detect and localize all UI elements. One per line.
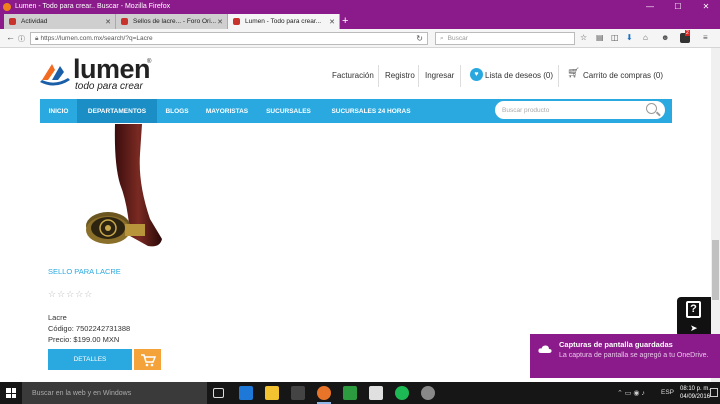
chat-icon[interactable]: ☻ [661,33,669,42]
help-icon: ? [686,301,701,318]
taskbar-clock[interactable]: 08:10 p. m. 04/09/2016 [680,385,710,401]
page-scrollbar[interactable] [711,48,720,382]
nav-inicio[interactable]: INICIO [40,99,77,123]
registro-link[interactable]: Registro [385,71,415,80]
close-window-button[interactable]: ✕ [692,2,720,11]
cart-link[interactable]: Carrito de compras (0) [583,71,663,80]
lumen-logo-icon[interactable] [38,56,72,90]
clock-time: 08:10 p. m. [680,386,711,392]
firefox-icon [3,2,11,11]
addon-icon[interactable]: 2 [680,30,690,43]
notification-title: Capturas de pantalla guardadas [559,340,673,349]
favicon-icon [9,18,16,25]
file-explorer-icon[interactable] [265,386,279,400]
app-light-icon[interactable] [369,386,383,400]
url-text: https://lumen.com.mx/search/?q=Lacre [40,35,153,42]
window-title-bar: Lumen - Todo para crear.. Buscar - Mozil… [0,0,720,13]
facturacion-link[interactable]: Facturación [332,71,374,80]
nav-departamentos[interactable]: DEPARTAMENTOS [77,99,157,123]
header-divider [418,65,419,87]
url-bar[interactable]: 🔒︎ https://lumen.com.mx/search/?q=Lacre … [30,32,428,45]
product-search-input[interactable]: Buscar producto [495,101,665,119]
tab-actividad[interactable]: Actividad ✕ [4,14,116,29]
browser-nav-bar: ← ⓘ 🔒︎ https://lumen.com.mx/search/?q=La… [0,29,720,48]
store-icon[interactable] [291,386,305,400]
app-gray-icon[interactable] [421,386,435,400]
header-divider [460,65,461,87]
header-divider [378,65,379,87]
clock-date: 04/09/2016 [680,394,711,400]
tab-label: Actividad [21,18,48,25]
onedrive-notification[interactable]: Capturas de pantalla guardadas La captur… [530,334,720,378]
edge-icon[interactable] [239,386,253,400]
close-tab-icon[interactable]: ✕ [217,18,223,26]
spotify-icon[interactable] [395,386,409,400]
product-code: Código: 7502242731388 [48,324,131,333]
favicon-icon [121,18,128,25]
cart-icon[interactable]: 🛒︎ [567,68,580,79]
window-title: Lumen - Todo para crear.. Buscar - Mozil… [15,3,171,10]
info-icon[interactable]: ⓘ [18,34,25,44]
tab-strip: Actividad ✕ Sellos de lacre... - Foro Or… [0,13,720,29]
reload-icon[interactable]: ↻ [416,34,423,43]
logo-tagline: todo para crear [75,81,143,92]
app-green-icon[interactable] [343,386,357,400]
notification-body: La captura de pantalla se agregó a tu On… [559,352,709,359]
tab-label: Lumen - Todo para crear... [245,18,322,25]
tab-label: Sellos de lacre... - Foro Ori... [133,18,217,25]
windows-taskbar: Buscar en la web y en Windows ⌃ ▭ ◉ ♪ ES… [0,382,720,404]
wishlist-link[interactable]: Lista de deseos (0) [485,71,553,80]
star-icon[interactable]: ☆ [580,33,587,42]
wishlist-icon[interactable]: ♥ [470,68,483,81]
product-image[interactable] [70,124,170,254]
tab-sellos-de-lacre[interactable]: Sellos de lacre... - Foro Ori... ✕ [116,14,228,29]
bookmarks-icon[interactable]: ▤ [596,33,604,42]
scrollbar-thumb[interactable] [712,240,719,300]
product-search-placeholder: Buscar producto [502,106,550,114]
pocket-icon[interactable]: ◫ [611,33,619,42]
taskbar-search-input[interactable]: Buscar en la web y en Windows [22,382,207,404]
action-center-icon[interactable] [710,388,718,397]
search-icon: ⌕ [440,34,444,42]
home-icon[interactable]: ⌂ [643,33,648,42]
search-icon[interactable] [646,103,657,114]
minimize-button[interactable]: — [636,2,664,11]
product-name-link[interactable]: SELLO PARA LACRE [48,267,121,276]
firefox-taskbar-icon[interactable] [317,386,331,404]
menu-icon[interactable]: ≡ [703,33,708,42]
new-tab-button[interactable]: + [342,14,348,28]
tab-lumen[interactable]: Lumen - Todo para crear... ✕ [228,14,340,29]
cloud-icon [538,345,552,353]
language-indicator[interactable]: ESP [661,389,674,396]
favicon-icon [233,18,240,25]
close-tab-icon[interactable]: ✕ [105,18,111,26]
nav-sucursales-24-horas[interactable]: SUCURSALES 24 HORAS [320,99,422,123]
search-placeholder: Buscar [447,35,468,42]
browser-search-input[interactable]: ⌕ Buscar [435,32,575,45]
header-divider [558,65,559,87]
nav-mayoristas[interactable]: MAYORISTAS [197,99,257,123]
product-category: Lacre [48,313,67,322]
nav-blogs[interactable]: BLOGS [157,99,197,123]
add-to-cart-button[interactable] [134,349,161,370]
logo-registered-mark: ® [147,59,152,65]
download-icon[interactable]: ⬇ [626,33,633,42]
addon-badge: 2 [685,30,690,36]
start-button[interactable] [6,388,16,398]
lock-icon: 🔒︎ [35,34,39,42]
cart-icon [140,353,156,366]
maximize-button[interactable]: ☐ [664,2,692,11]
details-button[interactable]: DETALLES [48,349,132,370]
back-button[interactable]: ← [6,32,15,42]
product-price: Precio: $199.00 MXN [48,335,120,344]
arrow-icon: ➤ [690,323,698,333]
system-tray[interactable]: ⌃ ▭ ◉ ♪ [617,389,645,397]
ingresar-link[interactable]: Ingresar [425,71,454,80]
task-view-icon[interactable] [213,388,224,398]
close-tab-icon[interactable]: ✕ [329,18,335,26]
taskbar-search-placeholder: Buscar en la web y en Windows [32,389,132,397]
nav-sucursales[interactable]: SUCURSALES [257,99,320,123]
rating-stars[interactable]: ☆☆☆☆☆ [48,289,93,300]
help-widget[interactable]: ? ➤ [677,297,711,337]
